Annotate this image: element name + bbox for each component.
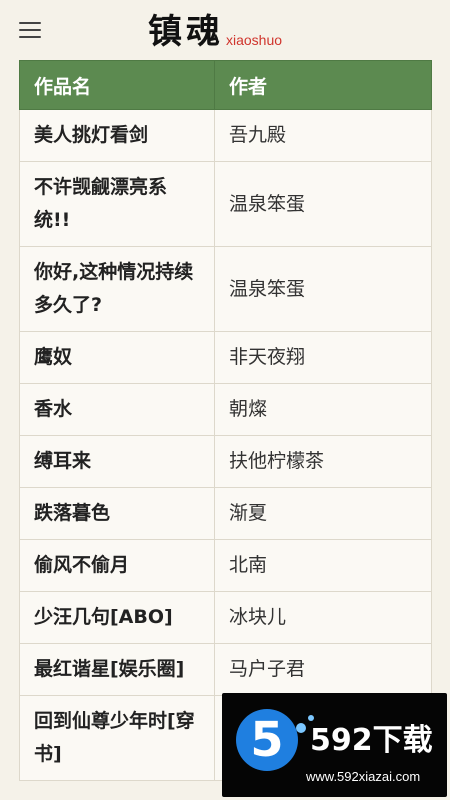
novel-title[interactable]: 跌落暮色 <box>19 487 215 540</box>
novel-author[interactable]: 温泉笨蛋 <box>214 246 432 332</box>
table-row[interactable]: 你好,这种情况持续多久了? 温泉笨蛋 <box>19 246 432 332</box>
site-watermark: 5 592下载 www.592xiazai.com <box>222 693 447 797</box>
column-header-title: 作品名 <box>19 60 215 110</box>
table-row[interactable]: 鹰奴 非天夜翔 <box>19 331 432 384</box>
logo-english: xiaoshuo <box>226 32 283 48</box>
novel-author[interactable]: 冰块儿 <box>214 591 432 644</box>
novel-title[interactable]: 鹰奴 <box>19 331 215 384</box>
novel-title[interactable]: 少汪几句[ABO] <box>19 591 215 644</box>
novel-title[interactable]: 偷风不偷月 <box>19 539 215 592</box>
novel-author[interactable]: 非天夜翔 <box>214 331 432 384</box>
table-row[interactable]: 美人挑灯看剑 吾九殿 <box>19 109 432 162</box>
watermark-logo-icon: 5 <box>236 709 314 771</box>
column-header-author: 作者 <box>214 60 432 110</box>
novel-author[interactable]: 吾九殿 <box>214 109 432 162</box>
watermark-url: www.592xiazai.com <box>306 769 421 784</box>
table-row[interactable]: 少汪几句[ABO] 冰块儿 <box>19 591 432 644</box>
table-row[interactable]: 缚耳来 扶他柠檬茶 <box>19 435 432 488</box>
table-header-row: 作品名 作者 <box>19 60 432 110</box>
logo-chinese: 镇魂 <box>148 12 224 52</box>
novel-author[interactable]: 马户子君 <box>214 643 432 696</box>
novel-title[interactable]: 最红谐星[娱乐圈] <box>19 643 215 696</box>
novel-title[interactable]: 美人挑灯看剑 <box>19 109 215 162</box>
novel-author[interactable]: 朝燦 <box>214 383 432 436</box>
novel-author[interactable]: 渐夏 <box>214 487 432 540</box>
top-header: 镇魂 xiaoshuo <box>0 0 450 60</box>
watermark-brand: 592下载 <box>310 723 433 758</box>
table-row[interactable]: 不许觊觎漂亮系统!! 温泉笨蛋 <box>19 161 432 247</box>
novel-table: 作品名 作者 美人挑灯看剑 吾九殿 不许觊觎漂亮系统!! 温泉笨蛋 你好,这种情… <box>19 60 432 781</box>
novel-title[interactable]: 回到仙尊少年时[穿书] <box>19 695 215 781</box>
watermark-digit: 5 <box>250 712 284 768</box>
novel-title[interactable]: 缚耳来 <box>19 435 215 488</box>
novel-table-container: 作品名 作者 美人挑灯看剑 吾九殿 不许觊觎漂亮系统!! 温泉笨蛋 你好,这种情… <box>19 60 432 781</box>
menu-icon[interactable] <box>19 22 41 42</box>
novel-author[interactable]: 扶他柠檬茶 <box>214 435 432 488</box>
novel-title[interactable]: 你好,这种情况持续多久了? <box>19 246 215 332</box>
table-row[interactable]: 偷风不偷月 北南 <box>19 539 432 592</box>
table-row[interactable]: 香水 朝燦 <box>19 383 432 436</box>
novel-title[interactable]: 不许觊觎漂亮系统!! <box>19 161 215 247</box>
site-logo[interactable]: 镇魂 xiaoshuo <box>148 8 282 52</box>
novel-author[interactable]: 温泉笨蛋 <box>214 161 432 247</box>
novel-author[interactable]: 北南 <box>214 539 432 592</box>
table-row[interactable]: 最红谐星[娱乐圈] 马户子君 <box>19 643 432 696</box>
table-row[interactable]: 跌落暮色 渐夏 <box>19 487 432 540</box>
novel-title[interactable]: 香水 <box>19 383 215 436</box>
